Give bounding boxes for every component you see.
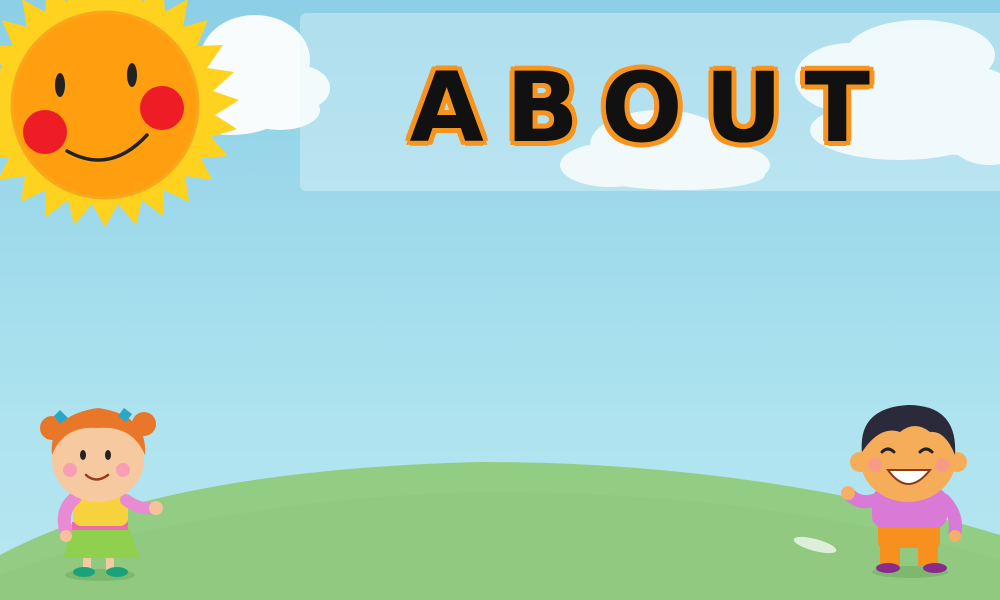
boy-character-icon xyxy=(841,405,967,578)
about-screen: ABOUT xyxy=(0,0,1000,600)
